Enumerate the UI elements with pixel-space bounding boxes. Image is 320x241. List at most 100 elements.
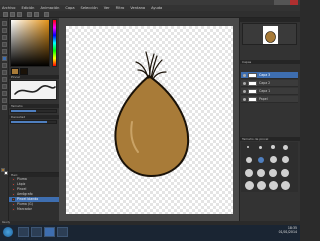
menu-window[interactable]: Ventana <box>130 6 145 10</box>
navigator-preview[interactable] <box>242 23 297 45</box>
brush-size-option[interactable] <box>281 181 290 190</box>
menu-animation[interactable]: Animación <box>40 6 59 10</box>
layer-thumbnail <box>248 72 257 78</box>
pen-icon <box>12 188 15 191</box>
pen-icon <box>12 208 15 211</box>
hue-slider[interactable] <box>52 19 57 67</box>
brush-size-option[interactable] <box>271 145 275 149</box>
layer-name: Capa 3 <box>259 73 271 77</box>
menu-filter[interactable]: Filtro <box>116 6 125 10</box>
eye-icon[interactable] <box>243 97 246 101</box>
brush-size-option[interactable] <box>245 169 253 177</box>
save-icon[interactable] <box>17 12 22 17</box>
taskbar-app-paint[interactable] <box>44 227 55 237</box>
secondary-color-swatch[interactable] <box>20 68 28 75</box>
brush-size-option[interactable] <box>257 181 266 190</box>
layer-thumbnail <box>248 96 257 102</box>
menu-view[interactable]: Ver <box>104 6 110 10</box>
pen-icon <box>12 198 15 201</box>
menu-selection[interactable]: Selección <box>81 6 98 10</box>
taskbar-app-explorer[interactable] <box>18 227 29 237</box>
clock-date: 01/01/2014 <box>278 230 297 234</box>
open-file-icon[interactable] <box>10 12 15 17</box>
color-picker-square[interactable] <box>10 19 50 67</box>
menu-edit[interactable]: Edición <box>21 6 34 10</box>
size-label: Tamaño <box>9 104 59 108</box>
text-tool-icon[interactable] <box>2 98 7 103</box>
brush-size-option[interactable] <box>246 157 252 163</box>
zoom-tool-icon[interactable] <box>2 21 7 26</box>
redo-icon[interactable] <box>34 12 39 17</box>
sub-tool-header: Herr. <box>9 173 59 177</box>
sub-color-swatch[interactable] <box>4 171 8 175</box>
gradient-tool-icon[interactable] <box>2 84 7 89</box>
layer-thumbnail <box>248 88 257 94</box>
canvas-paper[interactable] <box>66 26 233 214</box>
layer-row[interactable]: Capa 1 <box>241 88 298 95</box>
brush-size-option[interactable] <box>282 156 289 163</box>
layer-name: Capa 1 <box>259 89 271 93</box>
new-file-icon[interactable] <box>3 12 8 17</box>
brush-size-header: Tamaño de pincel <box>240 137 300 141</box>
brush-size-option[interactable] <box>269 169 277 177</box>
brush-size-option[interactable] <box>257 169 265 177</box>
layer-thumbnail <box>248 80 257 86</box>
pen-icon <box>12 183 15 186</box>
layers-header: Capas <box>240 60 300 64</box>
shape-tool-icon[interactable] <box>2 91 7 96</box>
navigator-svg <box>263 26 278 44</box>
sub-tool-panel: Herr. Pluma Lápiz Pincel Aerógrafo Pincel bl… <box>9 172 59 221</box>
brush-stroke-preview <box>10 80 57 100</box>
lasso-tool-icon[interactable] <box>2 42 7 47</box>
status-bar: Ready <box>0 221 300 225</box>
eraser-tool-icon[interactable] <box>2 70 7 75</box>
taskbar-app-browser[interactable] <box>31 227 42 237</box>
fill-tool-icon[interactable] <box>2 77 7 82</box>
layer-name: Capa 2 <box>259 81 271 85</box>
coconut-drawing <box>114 74 190 178</box>
current-color-swatch[interactable] <box>11 68 19 75</box>
undo-icon[interactable] <box>27 12 32 17</box>
pen-tool-icon[interactable] <box>2 56 7 61</box>
sub-tool-label: Marcador <box>17 207 32 211</box>
brush-stroke-svg <box>14 85 56 95</box>
taskbar-clock: 18:35 01/01/2014 <box>279 226 297 234</box>
eye-icon[interactable] <box>243 89 246 93</box>
menu-help[interactable]: Ayuda <box>151 6 162 10</box>
move-tool-icon[interactable] <box>2 28 7 33</box>
brush-size-option[interactable] <box>281 169 289 177</box>
density-label: Densidad <box>9 115 59 119</box>
eye-icon[interactable] <box>243 73 246 77</box>
tool-strip <box>0 18 9 221</box>
brush-size-option[interactable] <box>259 146 262 149</box>
brush-size-option[interactable] <box>269 181 278 190</box>
ruler-tool-icon[interactable] <box>2 105 7 110</box>
start-button-icon[interactable] <box>3 227 13 237</box>
drawing-svg <box>114 51 190 178</box>
brush-density-slider[interactable] <box>10 120 57 124</box>
brush-density-fill <box>11 121 47 123</box>
brush-size-slider[interactable] <box>10 109 57 113</box>
select-tool-icon[interactable] <box>2 35 7 40</box>
pen-icon <box>12 193 15 196</box>
sub-tool-item[interactable]: Marcador <box>9 207 59 212</box>
brush-size-option[interactable] <box>283 145 288 150</box>
coconut-fibers <box>135 51 167 80</box>
brush-size-option[interactable] <box>258 157 264 163</box>
layer-row[interactable]: Capa 3 <box>241 72 298 79</box>
pen-icon <box>12 203 15 206</box>
layer-row[interactable]: Papel <box>241 96 298 103</box>
brush-size-fill <box>11 110 36 112</box>
eyedropper-tool-icon[interactable] <box>2 49 7 54</box>
brush-size-grid <box>241 142 298 192</box>
menu-file[interactable]: Archivo <box>2 6 15 10</box>
brush-size-option[interactable] <box>245 181 254 190</box>
menu-layer[interactable]: Capa <box>65 6 74 10</box>
brush-size-option[interactable] <box>247 146 249 148</box>
taskbar-app-media[interactable] <box>57 227 68 237</box>
brush-size-option[interactable] <box>270 156 277 163</box>
layer-row[interactable]: Capa 2 <box>241 80 298 87</box>
brush-tool-icon[interactable] <box>2 63 7 68</box>
eye-icon[interactable] <box>243 81 246 85</box>
zoom-icon[interactable] <box>44 12 49 17</box>
